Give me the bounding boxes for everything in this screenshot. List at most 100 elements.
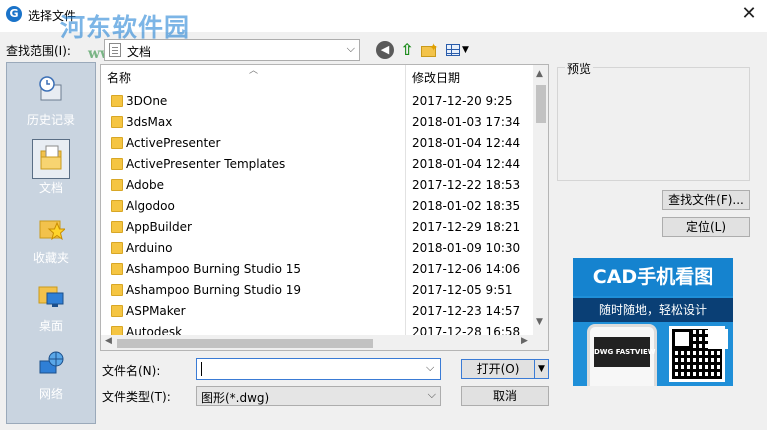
chevron-down-icon: ⌵ [346, 42, 355, 55]
folder-icon [111, 263, 123, 275]
file-date: 2018-01-04 12:44 [412, 157, 521, 171]
scroll-right-icon[interactable]: ▶ [521, 336, 528, 346]
place-label: 文档 [38, 181, 63, 195]
preview-pane [557, 67, 750, 181]
file-name: ASPMaker [126, 304, 186, 318]
file-name: AppBuilder [126, 220, 192, 234]
title-bar: G 选择文件 ✕ [0, 0, 767, 32]
scroll-up-icon[interactable]: ▲ [536, 69, 543, 79]
place-history[interactable]: 历史记录 [7, 67, 95, 131]
scroll-thumb[interactable] [536, 85, 546, 123]
new-folder-icon[interactable]: ✦ [420, 41, 438, 59]
file-date: 2017-12-29 18:21 [412, 220, 521, 234]
chevron-down-icon: ⌵ [427, 388, 436, 401]
file-date: 2017-12-20 9:25 [412, 94, 513, 108]
folder-icon [111, 284, 123, 296]
chevron-down-icon[interactable]: ⌵ [426, 361, 434, 375]
dropdown-arrow-icon[interactable]: ▼ [538, 360, 545, 378]
horizontal-scrollbar[interactable]: ◀ ▶ [101, 335, 533, 350]
window-title: 选择文件 [28, 9, 77, 23]
place-label: 收藏夹 [32, 251, 69, 265]
table-row[interactable]: Ashampoo Burning Studio 19 2017-12-05 9:5… [101, 280, 533, 301]
sort-ascending-icon: ︿ [249, 66, 259, 76]
table-row[interactable]: Adobe 2017-12-22 18:53 [101, 175, 533, 196]
text-caret [201, 362, 202, 376]
place-favorites[interactable]: 收藏夹 [7, 205, 95, 269]
folder-icon [111, 179, 123, 191]
lookin-value: 文档 [127, 45, 152, 59]
table-row[interactable]: ActivePresenter Templates 2018-01-04 12:4… [101, 154, 533, 175]
file-date: 2018-01-02 18:35 [412, 199, 521, 213]
folder-icon [111, 200, 123, 212]
file-date: 2017-12-23 14:57 [412, 304, 521, 318]
folder-icon [111, 95, 123, 107]
place-documents[interactable]: 文档 [7, 135, 95, 199]
table-row[interactable]: 3dsMax 2018-01-03 17:34 [101, 112, 533, 133]
table-row[interactable]: Ashampoo Burning Studio 15 2017-12-06 14:… [101, 259, 533, 280]
vertical-scrollbar[interactable]: ▲ ▼ [533, 65, 548, 335]
close-icon[interactable]: ✕ [739, 4, 759, 24]
back-icon[interactable]: ◀ [376, 41, 394, 59]
open-button[interactable]: 打开(O) ▼ [461, 359, 549, 379]
split-divider [534, 360, 535, 378]
file-name: Algodoo [126, 199, 175, 213]
ad-subline: 随时随地，轻松设计 [573, 298, 733, 322]
ad-headline: CAD手机看图 [573, 258, 733, 296]
phone-screen-text: DWG FASTVIEW [594, 337, 655, 367]
ad-banner[interactable]: CAD手机看图 随时随地，轻松设计 DWG FASTVIEW [573, 258, 733, 386]
phone-image: DWG FASTVIEW [587, 324, 657, 386]
desktop-icon [38, 286, 64, 307]
place-label: 网络 [38, 387, 63, 401]
file-name: Arduino [126, 241, 173, 255]
scroll-left-icon[interactable]: ◀ [105, 336, 112, 346]
lookin-label: 查找范围(I): [6, 44, 71, 58]
app-icon: G [6, 6, 22, 22]
document-folder-icon [109, 43, 121, 57]
place-label: 桌面 [38, 319, 63, 333]
place-desktop[interactable]: 桌面 [7, 273, 95, 337]
filename-label: 文件名(N): [102, 364, 161, 378]
place-network[interactable]: 网络 [7, 341, 95, 405]
file-date: 2017-12-22 18:53 [412, 178, 521, 192]
filetype-select[interactable]: 图形(*.dwg) ⌵ [196, 386, 441, 406]
folder-icon [111, 242, 123, 254]
file-name: 3dsMax [126, 115, 173, 129]
file-date: 2018-01-09 10:30 [412, 241, 521, 255]
history-icon [39, 76, 62, 101]
up-folder-icon[interactable]: ⇧ [398, 41, 416, 59]
view-menu-icon[interactable]: ▼ [444, 41, 472, 59]
file-list[interactable]: 名称 ︿ 修改日期 3DOne 2017-12-20 9:25 3dsMax 201… [100, 64, 549, 351]
qr-code-icon [669, 326, 725, 382]
file-date: 2017-12-06 14:06 [412, 262, 521, 276]
filetype-label: 文件类型(T): [102, 390, 171, 404]
open-button-label: 打开(O) [476, 362, 520, 376]
favorites-icon [39, 220, 65, 241]
table-row[interactable]: 3DOne 2017-12-20 9:25 [101, 91, 533, 112]
scroll-thumb[interactable] [117, 339, 373, 348]
lookin-combo[interactable]: 文档 ⌵ [104, 39, 360, 61]
cancel-button[interactable]: 取消 [461, 386, 549, 406]
column-header-name[interactable]: 名称 [107, 65, 131, 91]
file-date: 2018-01-04 12:44 [412, 136, 521, 150]
file-name: 3DOne [126, 94, 168, 108]
find-file-button[interactable]: 查找文件(F)... [662, 190, 750, 210]
scroll-down-icon[interactable]: ▼ [536, 317, 543, 327]
table-row[interactable]: ActivePresenter 2018-01-04 12:44 [101, 133, 533, 154]
table-row[interactable]: Arduino 2018-01-09 10:30 [101, 238, 533, 259]
network-icon [39, 351, 64, 374]
filename-input[interactable] [196, 358, 441, 380]
file-name: ActivePresenter [126, 136, 221, 150]
column-header-date[interactable]: 修改日期 [412, 65, 460, 91]
documents-icon [40, 145, 62, 170]
file-date: 2018-01-03 17:34 [412, 115, 521, 129]
folder-icon [111, 137, 123, 149]
table-row[interactable]: Algodoo 2018-01-02 18:35 [101, 196, 533, 217]
locate-button[interactable]: 定位(L) [662, 217, 750, 237]
preview-title: 预览 [565, 60, 594, 77]
filetype-value: 图形(*.dwg) [201, 391, 270, 405]
folder-icon [111, 158, 123, 170]
table-row[interactable]: ASPMaker 2017-12-23 14:57 [101, 301, 533, 322]
scrollbar-corner [533, 335, 548, 350]
table-row[interactable]: AppBuilder 2017-12-29 18:21 [101, 217, 533, 238]
folder-icon [111, 116, 123, 128]
